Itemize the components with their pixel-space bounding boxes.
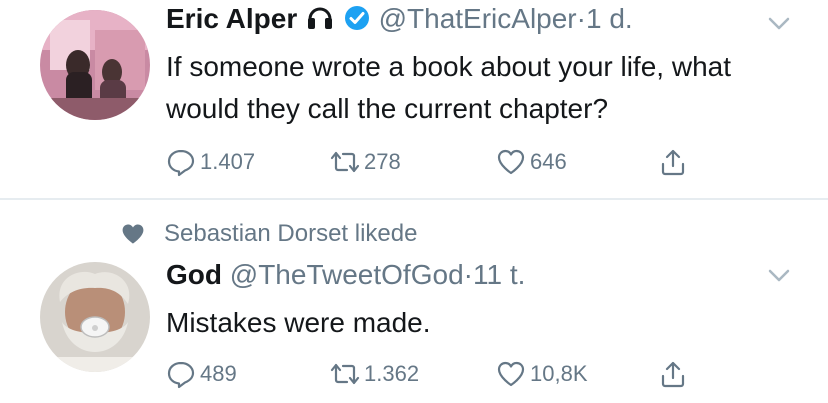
share-icon xyxy=(661,361,685,388)
tweet-header: Eric Alper @ThatEricAlper·1 d. xyxy=(166,2,633,40)
retweet-button[interactable]: 1.362 xyxy=(330,354,419,394)
headphones-icon xyxy=(305,2,335,40)
timestamp[interactable]: 11 t. xyxy=(473,259,525,290)
reply-count: 489 xyxy=(200,361,237,386)
avatar-eric-alper[interactable] xyxy=(40,10,150,120)
share-button[interactable] xyxy=(658,354,692,394)
like-icon xyxy=(497,361,525,387)
share-button[interactable] xyxy=(658,142,692,182)
tweet-header: God @TheTweetOfGod·11 t. xyxy=(166,258,525,292)
social-context[interactable]: Sebastian Dorset likede xyxy=(120,220,417,248)
like-count: 10,8K xyxy=(530,361,588,386)
retweet-count: 1.362 xyxy=(364,361,420,386)
author-handle[interactable]: @TheTweetOfGod xyxy=(230,259,464,290)
retweet-icon xyxy=(330,151,360,173)
separator-dot: · xyxy=(463,259,473,290)
avatar-image xyxy=(40,10,150,120)
retweet-icon xyxy=(330,363,360,385)
caret-down-icon[interactable] xyxy=(766,262,792,288)
like-button[interactable]: 646 xyxy=(496,142,567,182)
tweet-actions: 489 1.362 10,8K xyxy=(166,354,726,394)
separator-dot: · xyxy=(576,3,586,34)
share-icon xyxy=(661,149,685,176)
reply-icon xyxy=(167,149,195,177)
author-name[interactable]: God xyxy=(166,259,222,290)
retweet-button[interactable]: 278 xyxy=(330,142,401,182)
avatar-image xyxy=(40,262,150,372)
reply-button[interactable]: 1.407 xyxy=(166,142,255,182)
tweet-god[interactable]: God @TheTweetOfGod·11 t. Mistakes were m… xyxy=(0,250,828,403)
tweet-text: If someone wrote a book about your life,… xyxy=(166,51,731,124)
tweet-eric-alper[interactable]: Eric Alper @ThatEricAlper·1 d. If someon… xyxy=(0,0,828,198)
like-count: 646 xyxy=(530,149,567,174)
tweet-divider xyxy=(0,198,828,200)
tweet-actions: 1.407 278 646 xyxy=(166,142,726,182)
author-name[interactable]: Eric Alper xyxy=(166,3,297,34)
reply-count: 1.407 xyxy=(200,149,256,174)
tweet-text: Mistakes were made. xyxy=(166,307,431,338)
reply-icon xyxy=(167,361,195,389)
retweet-count: 278 xyxy=(364,149,401,174)
avatar-god[interactable] xyxy=(40,262,150,372)
like-button[interactable]: 10,8K xyxy=(496,354,588,394)
verified-badge-icon xyxy=(343,4,371,40)
caret-down-icon[interactable] xyxy=(766,10,792,36)
author-handle[interactable]: @ThatEricAlper xyxy=(379,3,577,34)
reply-button[interactable]: 489 xyxy=(166,354,237,394)
social-context-text: Sebastian Dorset likede xyxy=(164,220,418,247)
like-icon xyxy=(497,149,525,175)
heart-filled-icon xyxy=(122,224,144,244)
timestamp[interactable]: 1 d. xyxy=(586,3,633,34)
